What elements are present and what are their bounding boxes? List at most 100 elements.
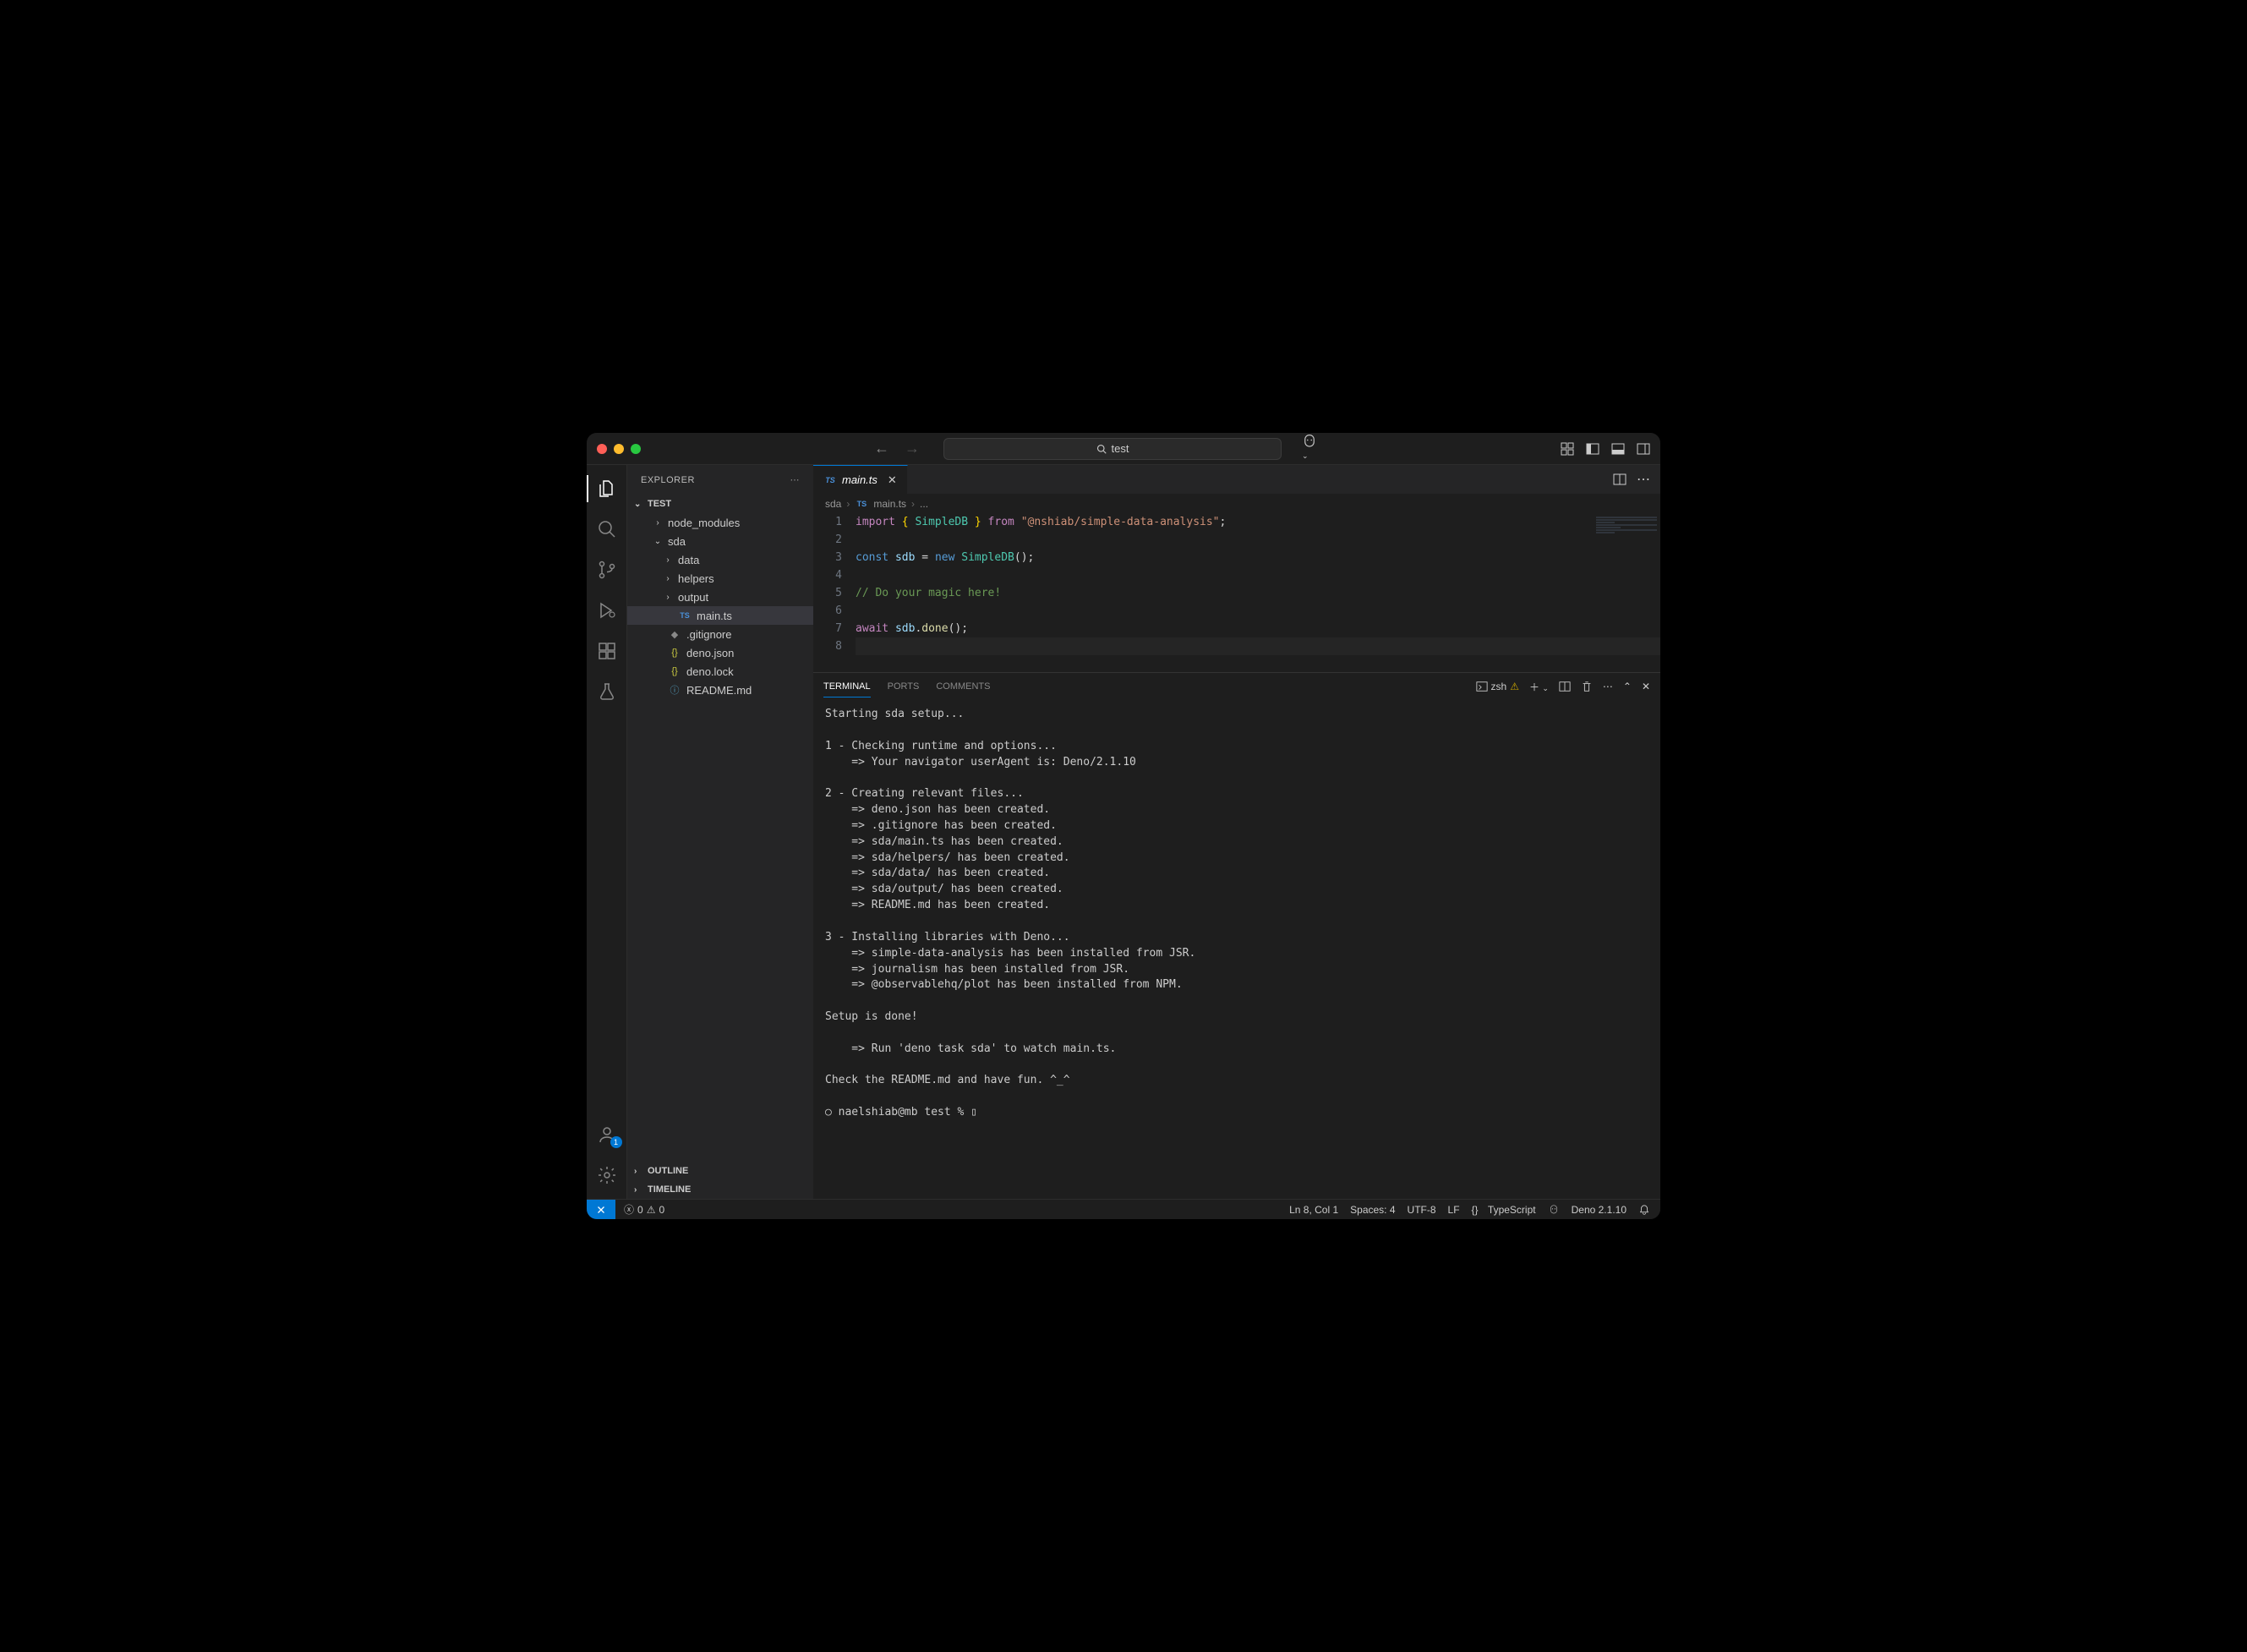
- kill-terminal-button[interactable]: [1581, 681, 1593, 692]
- tree-file-deno-lock[interactable]: {} deno.lock: [627, 662, 813, 681]
- explorer-sidebar: EXPLORER ⋯ ⌄ TEST › node_modules ⌄ sda ›…: [627, 465, 813, 1199]
- close-tab-button[interactable]: ✕: [888, 473, 897, 487]
- tree-folder-node-modules[interactable]: › node_modules: [627, 513, 813, 532]
- toggle-sidebar-button[interactable]: [1586, 442, 1599, 456]
- toggle-secondary-sidebar-button[interactable]: [1637, 442, 1650, 456]
- activity-extensions[interactable]: [587, 634, 627, 668]
- minimize-window-button[interactable]: [614, 444, 624, 454]
- panel-tab-comments[interactable]: COMMENTS: [936, 676, 990, 697]
- problems-button[interactable]: ⓧ0 ⚠0: [624, 1202, 664, 1217]
- gitignore-icon: ◆: [668, 629, 681, 640]
- encoding[interactable]: UTF-8: [1408, 1204, 1436, 1216]
- command-center-search[interactable]: test: [943, 438, 1282, 460]
- terminal-output[interactable]: Starting sda setup... 1 - Checking runti…: [813, 700, 1660, 1199]
- maximize-window-button[interactable]: [631, 444, 641, 454]
- explorer-header: EXPLORER ⋯: [627, 465, 813, 495]
- outline-section[interactable]: › OUTLINE: [627, 1162, 813, 1180]
- toggle-panel-button[interactable]: [1611, 442, 1625, 456]
- gear-icon: [597, 1165, 617, 1185]
- breadcrumb[interactable]: sda › TS main.ts › ...: [813, 495, 1660, 513]
- line-number: 4: [813, 566, 842, 584]
- activity-settings[interactable]: [587, 1158, 627, 1192]
- layout-customize-button[interactable]: [1561, 442, 1574, 456]
- tab-main-ts[interactable]: TS main.ts ✕: [813, 465, 908, 494]
- eol[interactable]: LF: [1448, 1204, 1460, 1216]
- explorer-more-button[interactable]: ⋯: [790, 474, 801, 485]
- tree-file-deno-json[interactable]: {} deno.json: [627, 643, 813, 662]
- close-panel-button[interactable]: ✕: [1642, 681, 1650, 692]
- tree-folder-helpers[interactable]: › helpers: [627, 569, 813, 588]
- split-icon: [1559, 681, 1571, 692]
- tree-file-readme[interactable]: ⓘ README.md: [627, 681, 813, 699]
- chevron-down-icon: ⌄: [634, 500, 644, 509]
- line-number: 7: [813, 620, 842, 637]
- extensions-icon: [597, 641, 617, 661]
- copilot-icon: [1302, 434, 1317, 449]
- warning-icon: ⚠: [647, 1204, 656, 1216]
- files-icon: [597, 479, 617, 499]
- timeline-section[interactable]: › TIMELINE: [627, 1180, 813, 1199]
- activity-accounts[interactable]: 1: [587, 1118, 627, 1151]
- split-terminal-button[interactable]: [1559, 681, 1571, 692]
- account-badge: 1: [610, 1136, 622, 1148]
- breadcrumb-item[interactable]: ...: [920, 498, 928, 510]
- terminal-shell-label[interactable]: zsh ⚠: [1476, 681, 1519, 692]
- tree-label: deno.json: [686, 647, 734, 659]
- activity-testing[interactable]: [587, 675, 627, 708]
- titlebar: ← → test ⌄: [587, 433, 1660, 465]
- panel-tab-ports[interactable]: PORTS: [888, 676, 920, 697]
- terminal-icon: [1476, 681, 1488, 692]
- activity-run-debug[interactable]: [587, 594, 627, 627]
- close-window-button[interactable]: [597, 444, 607, 454]
- bell-icon: [1638, 1204, 1650, 1216]
- breadcrumb-item[interactable]: main.ts: [873, 498, 906, 510]
- chevron-right-icon: ›: [653, 518, 663, 528]
- line-number: 3: [813, 549, 842, 566]
- tree-folder-output[interactable]: › output: [627, 588, 813, 606]
- tree-folder-sda[interactable]: ⌄ sda: [627, 532, 813, 550]
- outline-label: OUTLINE: [648, 1166, 688, 1176]
- explorer-title: EXPLORER: [641, 475, 695, 485]
- maximize-panel-button[interactable]: ⌃: [1623, 681, 1632, 692]
- remote-button[interactable]: [587, 1200, 615, 1219]
- chevron-right-icon: ›: [634, 1185, 644, 1195]
- split-icon: [1613, 473, 1626, 486]
- copilot-icon: [1548, 1204, 1560, 1216]
- language-mode[interactable]: {} TypeScript: [1472, 1204, 1536, 1216]
- code-editor[interactable]: 1 2 3 4 5 6 7 8 import { SimpleDB } from…: [813, 513, 1660, 672]
- activity-search[interactable]: [587, 512, 627, 546]
- line-number: 6: [813, 602, 842, 620]
- line-number: 5: [813, 584, 842, 602]
- editor-group: TS main.ts ✕ ⋯ sda › TS main.ts › ...: [813, 465, 1660, 1199]
- tree-file-gitignore[interactable]: ◆ .gitignore: [627, 625, 813, 643]
- activity-source-control[interactable]: [587, 553, 627, 587]
- tree-file-main-ts[interactable]: TS main.ts: [627, 606, 813, 625]
- activity-explorer[interactable]: [587, 472, 627, 506]
- editor-more-button[interactable]: ⋯: [1637, 471, 1650, 488]
- nav-forward-button[interactable]: →: [905, 440, 920, 457]
- tab-label: main.ts: [842, 473, 877, 486]
- search-text: test: [1112, 442, 1129, 455]
- split-editor-button[interactable]: [1613, 473, 1626, 486]
- tree-folder-data[interactable]: › data: [627, 550, 813, 569]
- beaker-icon: [597, 681, 617, 702]
- typescript-icon: TS: [855, 500, 868, 508]
- cursor-position[interactable]: Ln 8, Col 1: [1289, 1204, 1338, 1216]
- copilot-status[interactable]: [1548, 1204, 1560, 1216]
- panel-more-button[interactable]: ⋯: [1603, 681, 1613, 692]
- project-root-header[interactable]: ⌄ TEST: [627, 495, 813, 513]
- breadcrumb-item[interactable]: sda: [825, 498, 841, 510]
- trash-icon: [1581, 681, 1593, 692]
- minimap[interactable]: [1593, 513, 1660, 672]
- copilot-button[interactable]: ⌄: [1302, 434, 1317, 464]
- indentation[interactable]: Spaces: 4: [1350, 1204, 1395, 1216]
- tree-label: README.md: [686, 684, 752, 697]
- nav-back-button[interactable]: ←: [874, 440, 889, 457]
- panel-tab-terminal[interactable]: TERMINAL: [823, 676, 871, 697]
- search-icon: [1096, 444, 1107, 454]
- runtime-version[interactable]: Deno 2.1.10: [1572, 1204, 1626, 1216]
- typescript-icon: TS: [823, 476, 837, 484]
- tree-label: main.ts: [697, 610, 732, 622]
- notifications-button[interactable]: [1638, 1204, 1650, 1216]
- new-terminal-button[interactable]: ＋ ⌄: [1529, 680, 1549, 694]
